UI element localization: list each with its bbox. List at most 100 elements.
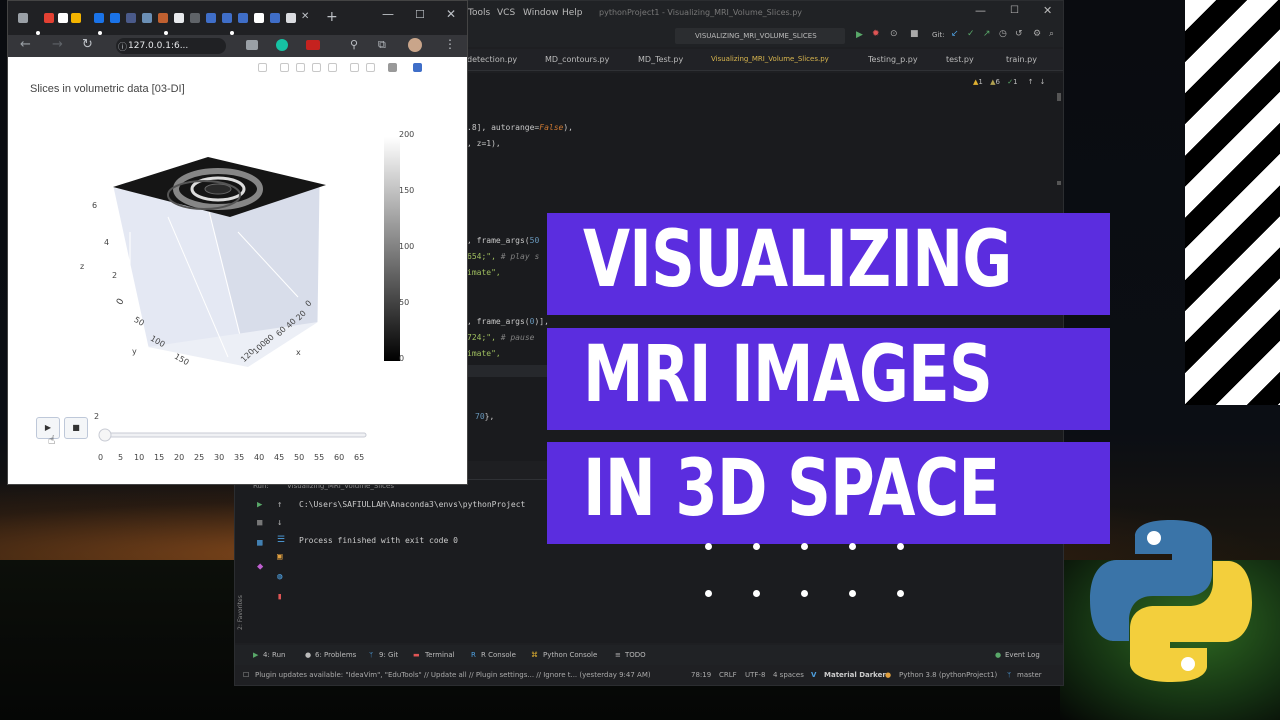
tab-testing-p[interactable]: Testing_p.py (868, 55, 918, 64)
close-tab-icon[interactable]: ✕ (301, 11, 309, 22)
github-tab-icon[interactable] (254, 13, 264, 23)
menu-tools[interactable]: Tools (468, 8, 490, 18)
minimize-icon[interactable]: — (975, 4, 986, 17)
pin-icon[interactable]: ⬥ (257, 562, 263, 572)
git-branch[interactable]: master (1017, 671, 1042, 679)
extension-icon-2[interactable] (276, 39, 288, 51)
tab-md-test[interactable]: MD_Test.py (638, 55, 683, 64)
close-icon[interactable]: ✕ (1043, 4, 1052, 17)
orange-tab-icon[interactable] (158, 13, 168, 23)
image-tab-icon[interactable] (142, 13, 152, 23)
delete-icon[interactable]: ▮ (277, 592, 282, 602)
menu-window[interactable]: Window (523, 8, 559, 18)
tab-search-icon[interactable] (18, 13, 28, 23)
code-line: imate", (467, 349, 501, 358)
browser-minimize-icon[interactable]: — (382, 7, 394, 21)
active-tab-icon[interactable] (286, 13, 296, 23)
run-exit-line: Process finished with exit code 0 (299, 536, 458, 545)
theme-indicator[interactable]: Material Darker (824, 671, 886, 679)
menu-help[interactable]: Help (562, 8, 583, 18)
r-console-tool-button[interactable]: R Console (481, 651, 516, 659)
reading-list-icon[interactable]: ⧉ (378, 38, 386, 52)
print-icon[interactable]: ▣ (277, 552, 282, 562)
favorites-sidebar[interactable]: 2: Favorites (237, 595, 244, 630)
stop-button[interactable]: ■ (64, 417, 88, 439)
tab-test[interactable]: test.py (946, 55, 974, 64)
stop-icon[interactable]: ■ (910, 29, 919, 39)
slider-track[interactable] (103, 432, 367, 438)
run-config-dropdown[interactable]: VISUALIZING_MRI_VOLUME_SLICES (675, 28, 845, 44)
docs-tab-icon[interactable] (58, 13, 68, 23)
event-log-tool-button[interactable]: Event Log (1005, 651, 1040, 659)
file-encoding[interactable]: UTF-8 (745, 671, 765, 679)
indent-setting[interactable]: 4 spaces (773, 671, 804, 679)
extension-icon[interactable] (246, 40, 258, 50)
todo-tool-button[interactable]: TODO (625, 651, 646, 659)
scroll-down-icon[interactable]: ↓ (277, 518, 282, 528)
terminal-tool-button[interactable]: Terminal (425, 651, 455, 659)
cursor-position[interactable]: 78:19 (691, 671, 711, 679)
c-tab-icon[interactable] (94, 13, 104, 23)
menu-vcs[interactable]: VCS (497, 8, 515, 18)
status-message[interactable]: Plugin updates available: "IdeaVim", "Ed… (255, 671, 651, 679)
tab-train[interactable]: train.py (1006, 55, 1037, 64)
headline-line-2: MRI IMAGES (583, 330, 993, 420)
slider-handle[interactable] (98, 428, 112, 442)
stop-run-icon[interactable]: ■ (257, 518, 262, 528)
git-commit-icon[interactable]: ✓ (967, 29, 975, 39)
c-tab-icon-2[interactable] (110, 13, 120, 23)
code-line: , z=1), (467, 139, 501, 148)
reload-icon[interactable]: ↻ (82, 37, 93, 52)
profile-avatar[interactable] (408, 38, 422, 52)
scroll-up-icon[interactable]: ↑ (277, 500, 282, 510)
tab-md-contours[interactable]: MD_contours.py (545, 55, 609, 64)
tab-detection[interactable]: detection.py (467, 55, 517, 64)
history-icon[interactable]: ◷ (999, 29, 1007, 39)
plotly-tab-icon[interactable] (206, 13, 216, 23)
plotly-tab-icon-2[interactable] (222, 13, 232, 23)
doc-tab-icon[interactable] (174, 13, 184, 23)
avatar-tab-icon[interactable] (190, 13, 200, 23)
browser-close-icon[interactable]: ✕ (446, 7, 456, 21)
coverage-icon[interactable]: ⊙ (890, 29, 898, 39)
plotly-tab-icon-4[interactable] (270, 13, 280, 23)
layout-icon[interactable]: ▦ (257, 538, 262, 548)
run-icon[interactable]: ▶ (856, 30, 863, 40)
gmail-tab-icon[interactable] (44, 13, 54, 23)
forward-icon[interactable]: → (52, 37, 63, 52)
rerun-icon[interactable]: ▶ (257, 500, 262, 510)
inspection-widget[interactable]: ▲1 ▲6 ✓1 ↑ ↓ (973, 78, 1046, 86)
slider-tick: 35 (234, 453, 245, 462)
plotly-tab-icon-3[interactable] (238, 13, 248, 23)
revert-icon[interactable]: ↺ (1015, 29, 1023, 39)
ide-project-title: pythonProject1 - Visualizing_MRI_Volume_… (599, 8, 803, 17)
run-tool-button[interactable]: 4: Run (263, 651, 285, 659)
interpreter-indicator[interactable]: Python 3.8 (pythonProject1) (899, 671, 997, 679)
wrap-icon[interactable]: ☰ (277, 535, 285, 545)
address-bar[interactable]: ⓘ 127.0.0.1:6... (116, 38, 226, 54)
drive-tab-icon[interactable] (71, 13, 81, 23)
python-console-tool-button[interactable]: Python Console (543, 651, 597, 659)
back-icon[interactable]: ← (20, 37, 31, 52)
tab-visualizing-mri[interactable]: Visualizing_MRI_Volume_Slices.py (711, 55, 829, 63)
colorbar-tick: 50 (399, 298, 410, 307)
git-tool-button[interactable]: 9: Git (379, 651, 398, 659)
python-console-icon[interactable]: ◍ (277, 572, 282, 582)
git-push-icon[interactable]: ↗ (983, 29, 991, 39)
slider-tick: 15 (154, 453, 165, 462)
info-icon[interactable]: ⓘ (118, 40, 127, 53)
git-update-icon[interactable]: ↙ (951, 29, 959, 39)
extensions-puzzle-icon[interactable]: ⚲ (350, 38, 358, 51)
browser-maximize-icon[interactable]: ☐ (415, 8, 425, 21)
extension-icon-3[interactable] (306, 40, 320, 50)
debug-icon[interactable]: ✹ (872, 29, 880, 39)
new-tab-icon[interactable]: + (326, 9, 338, 25)
settings-icon[interactable]: ⚙ (1033, 29, 1041, 39)
search-icon[interactable]: ⌕ (1049, 29, 1054, 39)
headline-banner-1: VISUALIZING (547, 213, 1110, 315)
menu-icon[interactable]: ⋮ (444, 37, 456, 51)
maximize-icon[interactable]: ☐ (1010, 5, 1019, 16)
line-separator[interactable]: CRLF (719, 671, 737, 679)
bookmark-tab-icon[interactable] (126, 13, 136, 23)
problems-tool-button[interactable]: 6: Problems (315, 651, 356, 659)
